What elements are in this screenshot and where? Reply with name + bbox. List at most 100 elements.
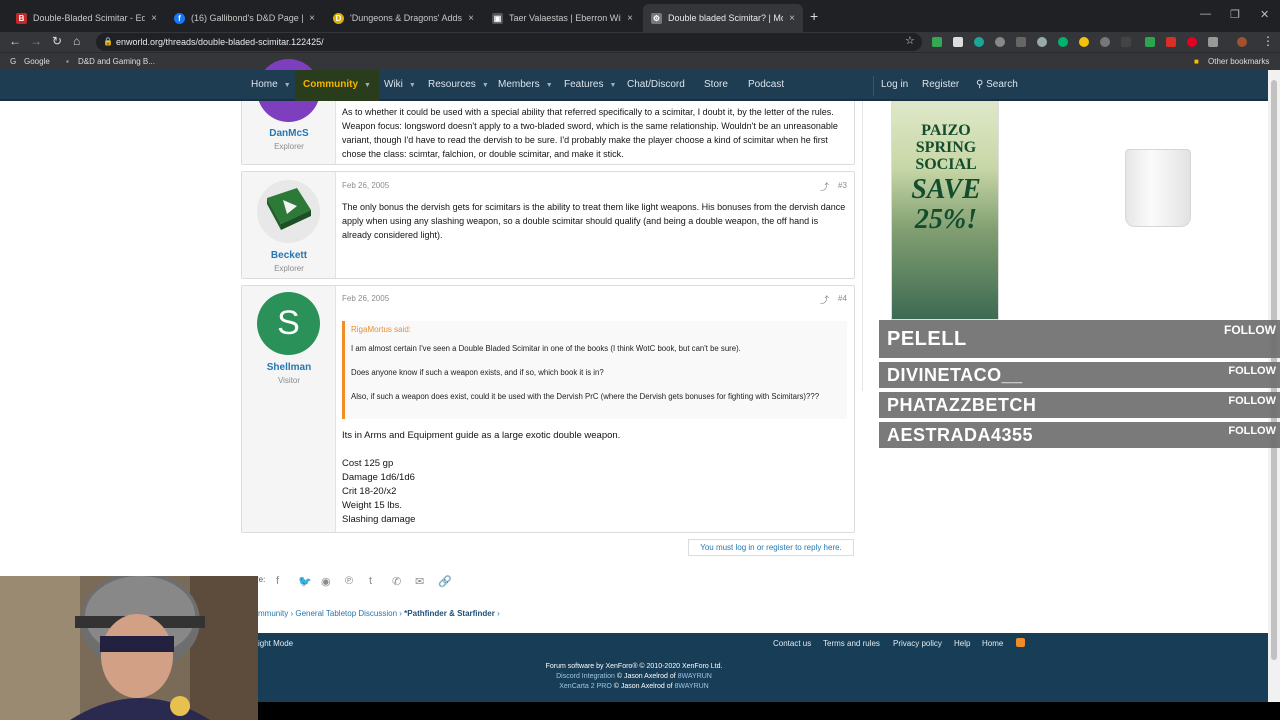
follow-label: FOLLOW [1224,323,1276,337]
tab-double-bladed-scimitar-equipment[interactable]: B Double-Bladed Scimitar - Equipm × [8,4,165,32]
webcam-overlay [0,576,258,720]
8wayrun-link[interactable]: 8WAYRUN [675,683,709,690]
close-window-icon[interactable]: ✕ [1260,8,1269,21]
back-arrow-icon[interactable]: ← [9,34,21,48]
minimize-window-icon[interactable]: — [1200,8,1211,20]
nav-label: Members [498,79,540,90]
facebook-icon: f [174,12,185,24]
twitter-icon[interactable]: 🐦 [298,575,312,588]
tumblr-icon[interactable]: t [369,575,372,587]
bookmark-star-icon[interactable]: ☆ [905,34,915,47]
tab-double-bladed-scimitar-thread[interactable]: ⚙ Double bladed Scimitar? | Morru × [643,4,803,32]
tab-taer-valaestas-eberron-wiki[interactable]: ▣ Taer Valaestas | Eberron Wiki | Fa × [484,4,641,32]
whatsapp-icon[interactable]: ✆ [392,575,401,588]
post-date[interactable]: Feb 26, 2005 [342,181,389,190]
search-button[interactable]: ⚲ Search [976,79,1018,90]
tab-dungeons-dragons-adds[interactable]: D 'Dungeons & Dragons' Adds Its × [325,4,482,32]
extension-icon[interactable] [1079,37,1089,47]
browser-tab-strip: B Double-Bladed Scimitar - Equipm × f (1… [0,0,1280,32]
new-tab-button[interactable]: + [810,8,818,24]
register-link[interactable]: Register [922,79,959,90]
nav-home[interactable]: Home ▼ [251,79,291,90]
tab-close-icon[interactable]: × [151,13,157,24]
link-icon[interactable]: 🔗 [438,575,452,588]
nav-chat-discord[interactable]: Chat/Discord [627,79,685,90]
ad-text: SAVE [911,174,981,205]
username[interactable]: Shellman [242,362,336,373]
extension-check-icon[interactable] [1145,37,1155,47]
bookmark-other[interactable]: Other bookmarks [1208,57,1269,66]
nav-podcast[interactable]: Podcast [748,79,784,90]
paizo-ad[interactable]: PAIZO SPRING SOCIAL SAVE 25%! [891,101,999,320]
extension-icon[interactable] [953,37,963,47]
tab-close-icon[interactable]: × [789,13,795,24]
home-icon[interactable]: ⌂ [73,34,80,48]
breadcrumb-pathfinder[interactable]: *Pathfinder & Starfinder [404,609,495,618]
login-to-reply-button[interactable]: You must log in or register to reply her… [688,539,854,556]
extension-evernote-icon[interactable] [932,37,942,47]
profile-avatar[interactable] [1237,37,1247,47]
extension-icon[interactable] [1016,37,1026,47]
address-bar[interactable]: 🔒 enworld.org/threads/double-bladed-scim… [96,33,922,51]
post-date[interactable]: Feb 26, 2005 [342,294,389,303]
tab-close-icon[interactable]: × [627,13,633,24]
tab-title: (16) Gallibond's D&D Page | Face [191,13,304,23]
nav-community[interactable]: Community ▼ [295,70,379,101]
footer-help[interactable]: Help [954,639,970,648]
extension-icon[interactable] [1037,37,1047,47]
nav-members[interactable]: Members ▼ [498,79,553,90]
bookmark-dnd-gaming[interactable]: D&D and Gaming B... [78,57,155,66]
folder-icon: ■ [1194,57,1199,66]
tab-close-icon[interactable]: × [309,13,315,24]
bookmark-google[interactable]: Google [24,57,50,66]
discord-integration-link[interactable]: Discord Integration [556,673,615,680]
reddit-icon[interactable]: ◉ [321,575,331,588]
extension-pinterest-icon[interactable] [1187,37,1197,47]
footer-contact[interactable]: Contact us [773,639,811,648]
extension-icon[interactable] [1121,37,1131,47]
nav-features[interactable]: Features ▼ [564,79,616,90]
share-icon[interactable]: ⤴ [820,180,829,193]
browser-menu-icon[interactable]: ⋮ [1262,34,1274,48]
chevron-down-icon: ▼ [283,82,291,89]
extension-github-icon[interactable] [1100,37,1110,47]
footer-privacy[interactable]: Privacy policy [893,639,942,648]
quote-author[interactable]: RigaMortus said: [351,325,841,334]
login-link[interactable]: Log in [881,79,908,90]
extension-icon[interactable] [1058,37,1068,47]
footer-home[interactable]: Home [982,639,1003,648]
lock-icon: 🔒 [103,37,113,46]
extension-icon[interactable] [1166,37,1176,47]
chevron-down-icon: ▼ [364,82,371,89]
username[interactable]: Beckett [242,250,336,261]
nav-wiki[interactable]: Wiki ▼ [384,79,416,90]
tab-close-icon[interactable]: × [468,13,474,24]
xencarta-link[interactable]: XenCarta 2 PRO [559,683,612,690]
rss-icon[interactable] [1016,638,1025,647]
nav-store[interactable]: Store [704,79,728,90]
footer-terms[interactable]: Terms and rules [823,639,880,648]
nav-resources[interactable]: Resources ▼ [428,79,489,90]
share-icon[interactable]: ⤴ [820,293,829,306]
style-mode-toggle[interactable]: ight Mode [258,639,293,648]
maximize-window-icon[interactable]: ❐ [1230,8,1240,21]
post-number[interactable]: #4 [838,294,847,303]
extension-wikipedia-icon[interactable] [1208,37,1218,47]
email-icon[interactable]: ✉ [415,575,424,588]
pinterest-icon[interactable]: ℗ [345,575,353,587]
avatar[interactable] [257,180,320,243]
post-number[interactable]: #3 [838,181,847,190]
extension-sync-icon[interactable] [995,37,1005,47]
username[interactable]: DanMcS [242,128,336,139]
breadcrumb-general-tabletop[interactable]: General Tabletop Discussion [295,609,397,618]
facebook-icon[interactable]: f [276,575,279,587]
forward-arrow-icon[interactable]: → [30,34,42,48]
chevron-down-icon: ▼ [545,82,553,89]
breadcrumb-community[interactable]: mmunity [258,609,288,618]
avatar[interactable]: S [257,292,320,355]
reload-icon[interactable]: ↻ [52,34,62,48]
tab-gallibond-facebook[interactable]: f (16) Gallibond's D&D Page | Face × [166,4,323,32]
nav-divider [873,76,874,96]
8wayrun-link[interactable]: 8WAYRUN [678,673,712,680]
extension-icon[interactable] [974,37,984,47]
